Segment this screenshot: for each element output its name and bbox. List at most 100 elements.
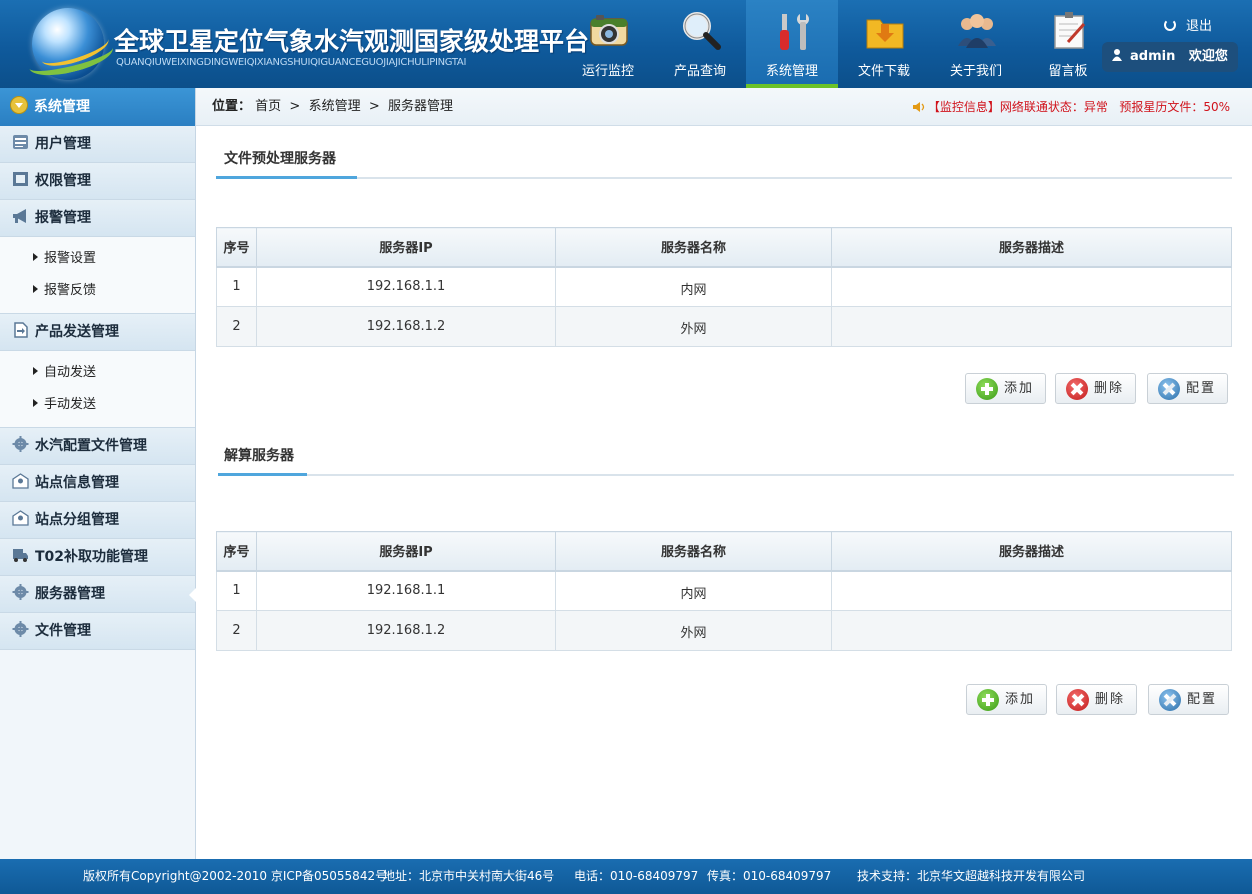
nav-label: 运行监控 <box>581 64 634 79</box>
nav-item-product-query[interactable]: 产品查询 <box>654 0 746 88</box>
breadcrumb-path[interactable]: 首页 > 系统管理 > 服务器管理 <box>255 99 453 114</box>
table-cell: 内网 <box>555 266 832 307</box>
nav-item-message-board[interactable]: 留言板 <box>1022 0 1114 88</box>
table-row[interactable]: 1 192.168.1.1 内网 <box>216 266 1232 307</box>
add-button[interactable]: 添加 <box>965 373 1046 404</box>
plus-icon <box>976 378 998 400</box>
section-title: 解算服务器 <box>224 448 294 464</box>
header: 全球卫星定位气象水汽观测国家级处理平台 QUANQIUWEIXINGDINGWE… <box>0 0 1252 88</box>
section-divider <box>216 176 1232 179</box>
sidebar-item-alarm-management[interactable]: 报警管理 <box>0 200 195 237</box>
user-icon <box>1112 49 1122 61</box>
footer-fax: 传真：010-68409797 <box>707 869 832 883</box>
table-row[interactable]: 2 192.168.1.2 外网 <box>216 610 1232 651</box>
column-header: 服务器描述 <box>831 531 1232 572</box>
sidebar-item-label: 报警管理 <box>35 210 91 226</box>
camera-icon <box>590 15 628 46</box>
monitor-text: 【监控信息】网络联通状态：异常 预报星历文件：50% <box>927 100 1230 114</box>
gear-icon <box>12 436 29 452</box>
username: admin <box>1130 49 1176 64</box>
table-cell: 外网 <box>555 306 832 347</box>
nav-item-monitor[interactable]: 运行监控 <box>562 0 654 88</box>
nav-label: 系统管理 <box>765 64 818 79</box>
sidebar-item-user-management[interactable]: 用户管理 <box>0 126 195 163</box>
app-title: 全球卫星定位气象水汽观测国家级处理平台 <box>114 27 590 56</box>
submenu-item-manual-send[interactable]: 手动发送 <box>0 389 195 421</box>
sidebar-item-label: 水汽配置文件管理 <box>35 438 147 454</box>
tools-icon <box>1158 378 1180 400</box>
nav-item-file-download[interactable]: 文件下载 <box>838 0 930 88</box>
sidebar-item-vapor-config-management[interactable]: 水汽配置文件管理 <box>0 428 195 465</box>
power-icon <box>1164 19 1176 31</box>
sidebar-item-server-management[interactable]: 服务器管理 <box>0 576 196 613</box>
config-button-label: 配置 <box>1187 692 1218 707</box>
envelope-user-icon <box>12 473 29 489</box>
table-cell: 1 <box>216 570 257 611</box>
footer-copyright: 版权所有Copyright@2002-2010 京ICP备05055842号 <box>83 869 388 883</box>
submenu-item-auto-send[interactable]: 自动发送 <box>0 357 195 389</box>
nav-label: 关于我们 <box>949 64 1002 79</box>
delete-button-label: 删除 <box>1094 381 1125 396</box>
people-icon <box>958 14 996 48</box>
table-cell: 2 <box>216 610 257 651</box>
add-button-label: 添加 <box>1004 381 1035 396</box>
sidebar-header-label: 系统管理 <box>34 99 90 115</box>
table-cell: 192.168.1.2 <box>256 610 556 651</box>
footer-support: 技术支持：北京华文超越科技开发有限公司 <box>857 869 1086 883</box>
table-cell: 2 <box>216 306 257 347</box>
breadcrumb: 位置： 首页 > 系统管理 > 服务器管理 【监控信息】网络联通状态：异常 预报… <box>196 88 1252 126</box>
footer: 版权所有Copyright@2002-2010 京ICP备05055842号 地… <box>0 859 1252 894</box>
submenu-item-alarm-settings[interactable]: 报警设置 <box>0 243 195 275</box>
sidebar-item-label: 产品发送管理 <box>35 324 119 340</box>
sidebar-item-permission-management[interactable]: 权限管理 <box>0 163 195 200</box>
nav-label: 文件下载 <box>857 64 910 79</box>
nav-item-system-admin[interactable]: 系统管理 <box>746 0 838 88</box>
top-nav: 运行监控 产品查询 系统管理 文件下载 关于我们 留言板 <box>562 0 1114 88</box>
user-box: admin 欢迎您 <box>1102 42 1238 72</box>
column-header: 服务器IP <box>256 227 556 268</box>
server-table: 序号 服务器IP 服务器名称 服务器描述 1 192.168.1.1 内网 2 … <box>216 227 1232 347</box>
envelope-user-icon <box>12 510 29 526</box>
footer-phone: 电话：010-68409797 <box>574 869 699 883</box>
tools-icon <box>1159 689 1181 711</box>
breadcrumb-label: 位置： <box>212 99 252 114</box>
gear-icon <box>12 621 29 637</box>
sidebar-item-label: 站点分组管理 <box>35 512 119 528</box>
table-row[interactable]: 2 192.168.1.2 外网 <box>216 306 1232 347</box>
delete-icon <box>1067 689 1089 711</box>
sidebar-item-file-management[interactable]: 文件管理 <box>0 613 195 650</box>
collapse-circle-icon <box>10 96 28 114</box>
nav-label: 产品查询 <box>673 64 726 79</box>
table-row[interactable]: 1 192.168.1.1 内网 <box>216 570 1232 611</box>
logout-link[interactable]: 退出 <box>1164 15 1212 34</box>
section-title: 文件预处理服务器 <box>224 151 336 167</box>
submenu-item-alarm-feedback[interactable]: 报警反馈 <box>0 275 195 307</box>
sidebar-header[interactable]: 系统管理 <box>0 88 195 126</box>
sidebar-item-label: 用户管理 <box>35 136 91 152</box>
note-icon <box>1054 12 1086 49</box>
sidebar-item-t02-fetch-management[interactable]: T02补取功能管理 <box>0 539 195 576</box>
sidebar-item-product-send-management[interactable]: 产品发送管理 <box>0 314 195 351</box>
column-header: 服务器名称 <box>555 531 832 572</box>
add-button-label: 添加 <box>1005 692 1036 707</box>
server-table: 序号 服务器IP 服务器名称 服务器描述 1 192.168.1.1 内网 2 … <box>216 531 1232 651</box>
table-cell: 192.168.1.1 <box>256 570 556 611</box>
sidebar-item-label: 站点信息管理 <box>35 475 119 491</box>
config-button[interactable]: 配置 <box>1148 684 1229 715</box>
folder-download-icon <box>866 19 904 49</box>
config-button[interactable]: 配置 <box>1147 373 1228 404</box>
table-cell <box>831 610 1232 651</box>
sidebar-item-label: 服务器管理 <box>35 586 105 602</box>
column-header: 序号 <box>216 531 257 572</box>
delete-button[interactable]: 删除 <box>1055 373 1136 404</box>
nav-item-about-us[interactable]: 关于我们 <box>930 0 1022 88</box>
sidebar-item-label: 权限管理 <box>35 173 91 189</box>
section-divider <box>218 473 1234 476</box>
delete-button[interactable]: 删除 <box>1056 684 1137 715</box>
sidebar-item-station-info-management[interactable]: 站点信息管理 <box>0 465 195 502</box>
table-cell: 192.168.1.2 <box>256 306 556 347</box>
sidebar-item-station-group-management[interactable]: 站点分组管理 <box>0 502 195 539</box>
table-cell <box>831 570 1232 611</box>
plus-icon <box>977 689 999 711</box>
add-button[interactable]: 添加 <box>966 684 1047 715</box>
